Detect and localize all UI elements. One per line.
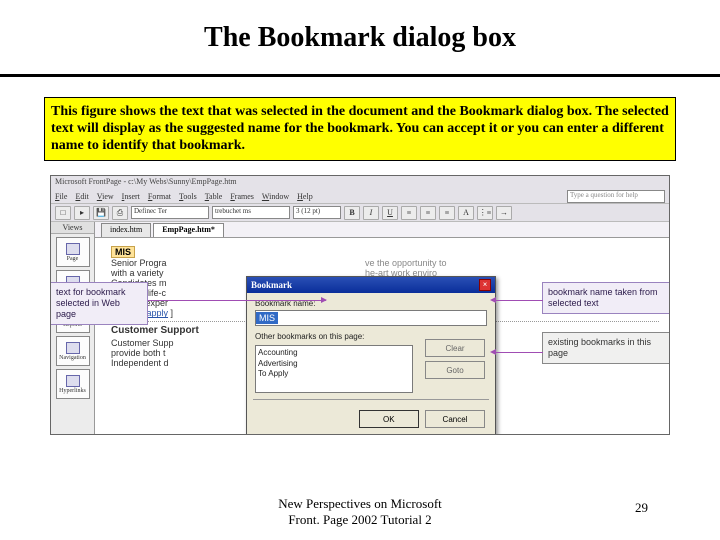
menu-table[interactable]: Table (205, 192, 223, 201)
menu-format[interactable]: Format (148, 192, 171, 201)
dialog-title-text: Bookmark (251, 280, 292, 290)
menu-window[interactable]: Window (262, 192, 289, 201)
dialog-titlebar: Bookmark × (247, 277, 495, 293)
style-select[interactable]: Definec Ter (131, 206, 209, 219)
arrow-head-icon (321, 297, 327, 303)
view-hyperlinks[interactable]: Hyperlinks (56, 369, 90, 399)
menu-view[interactable]: View (97, 192, 114, 201)
tab-index[interactable]: index.htm (101, 223, 151, 237)
open-icon[interactable]: ▸ (74, 206, 90, 220)
clear-button[interactable]: Clear (425, 339, 485, 357)
list-icon[interactable]: ⋮≡ (477, 206, 493, 220)
menu-edit[interactable]: Edit (75, 192, 88, 201)
arrow-head-icon (490, 349, 496, 355)
indent-icon[interactable]: → (496, 206, 512, 220)
help-search-input[interactable]: Type a question for help (567, 190, 665, 203)
page-number: 29 (635, 500, 648, 516)
font-color-icon[interactable]: A (458, 206, 474, 220)
save-icon[interactable]: 💾 (93, 206, 109, 220)
slide-title: The Bookmark dialog box (0, 0, 720, 62)
callout-left: text for bookmark selected in Web page (50, 282, 148, 324)
list-item[interactable]: Advertising (258, 359, 410, 369)
align-left-icon[interactable]: ≡ (401, 206, 417, 220)
view-page[interactable]: Page (56, 237, 90, 267)
menu-file[interactable]: File (55, 192, 67, 201)
menu-insert[interactable]: Insert (122, 192, 140, 201)
doc-line: Senior Progra ve the opportunity to (111, 258, 659, 268)
callout-right-1: bookmark name taken from selected text (542, 282, 670, 314)
goto-button[interactable]: Goto (425, 361, 485, 379)
views-label: Views (51, 222, 94, 234)
arrow-head-icon (490, 297, 496, 303)
bookmark-name-input[interactable]: MIS (255, 310, 487, 326)
footer-line-2: Front. Page 2002 Tutorial 2 (278, 512, 442, 528)
callout-right-2: existing bookmarks in this page (542, 332, 670, 364)
menu-help[interactable]: Help (297, 192, 313, 201)
close-icon[interactable]: × (479, 279, 491, 291)
cancel-button[interactable]: Cancel (425, 410, 485, 428)
arrow-line (148, 300, 326, 301)
new-icon[interactable]: □ (55, 206, 71, 220)
footer-line-1: New Perspectives on Microsoft (278, 496, 442, 512)
size-select[interactable]: 3 (12 pt) (293, 206, 341, 219)
list-item[interactable]: Accounting (258, 348, 410, 358)
font-select[interactable]: trebuchet ms (212, 206, 290, 219)
tab-emppage[interactable]: EmpPage.htm* (153, 223, 224, 237)
arrow-line (495, 352, 543, 353)
menu-frames[interactable]: Frames (230, 192, 254, 201)
views-bar: Views Page Folders Reports Navigation Hy… (51, 222, 95, 434)
list-item[interactable]: To Apply (258, 369, 410, 379)
divider (0, 74, 720, 77)
app-titlebar: Microsoft FrontPage - c:\My Webs\Sunny\E… (51, 176, 669, 190)
align-right-icon[interactable]: ≡ (439, 206, 455, 220)
selected-text[interactable]: MIS (111, 246, 135, 258)
italic-icon[interactable]: I (363, 206, 379, 220)
underline-icon[interactable]: U (382, 206, 398, 220)
standard-toolbar: □ ▸ 💾 ⎙ Definec Ter trebuchet ms 3 (12 p… (51, 204, 669, 222)
page-tabs: index.htm EmpPage.htm* (95, 222, 669, 238)
view-navigation[interactable]: Navigation (56, 336, 90, 366)
ok-button[interactable]: OK (359, 410, 419, 428)
figure-screenshot: Microsoft FrontPage - c:\My Webs\Sunny\E… (50, 175, 670, 435)
arrow-line (495, 300, 543, 301)
caption-box: This figure shows the text that was sele… (44, 97, 676, 161)
other-bookmarks-list[interactable]: Accounting Advertising To Apply (255, 345, 413, 393)
footer: New Perspectives on Microsoft Front. Pag… (0, 496, 720, 528)
menu-tools[interactable]: Tools (179, 192, 197, 201)
print-icon[interactable]: ⎙ (112, 206, 128, 220)
align-center-icon[interactable]: ≡ (420, 206, 436, 220)
bold-icon[interactable]: B (344, 206, 360, 220)
